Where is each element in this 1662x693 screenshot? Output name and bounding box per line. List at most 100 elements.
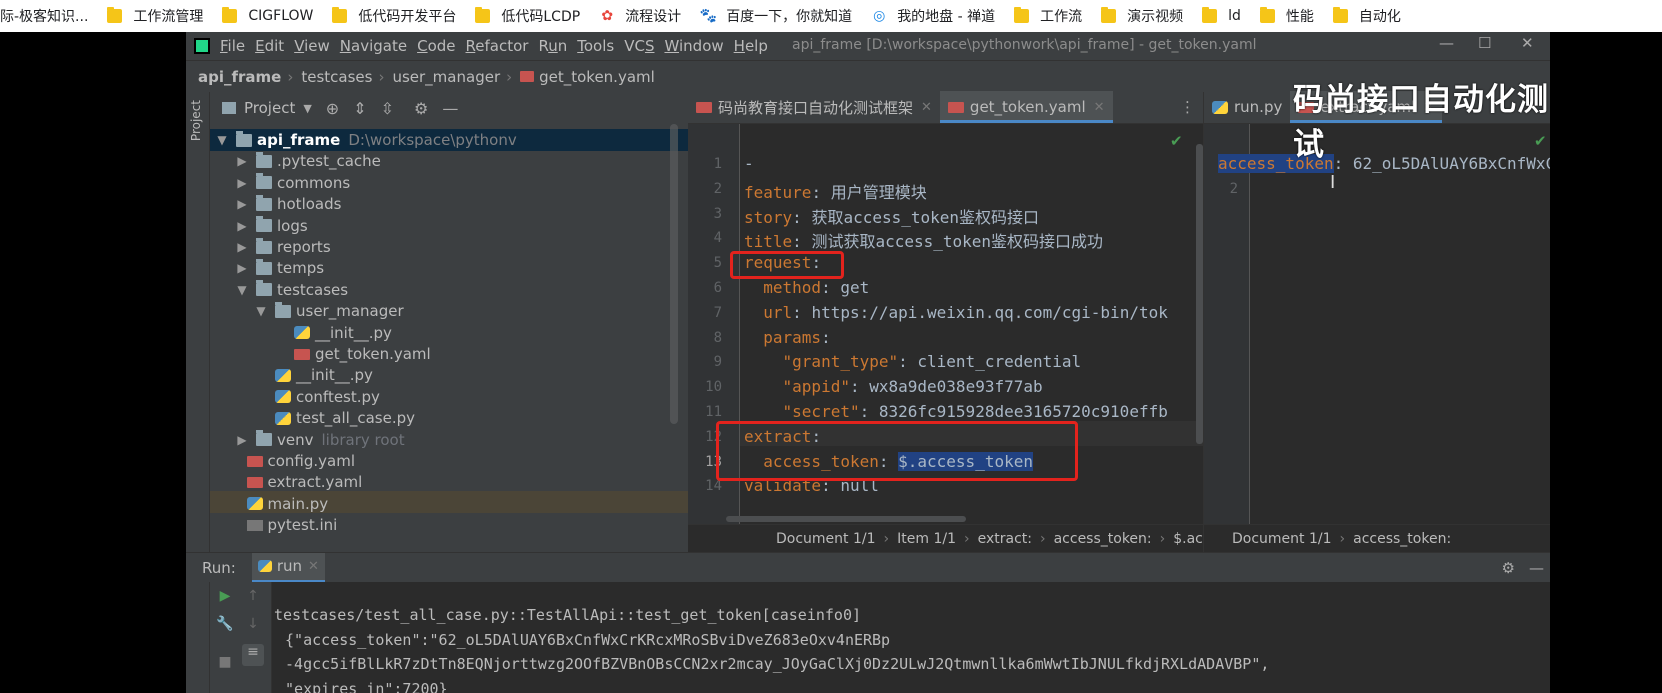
expand-all-icon[interactable]: ⇕ bbox=[353, 99, 366, 118]
wrench-icon[interactable]: 🔧 bbox=[214, 616, 236, 638]
code-line[interactable]: story: 获取access_token鉴权码接口 bbox=[744, 204, 1039, 228]
code-line[interactable]: url: https://api.weixin.qq.com/cgi-bin/t… bbox=[744, 303, 1168, 322]
tab-run-py[interactable]: run.py bbox=[1204, 91, 1290, 123]
breadcrumb-item[interactable]: api_frame bbox=[198, 68, 281, 86]
tree-item[interactable]: test_all_case.py bbox=[253, 407, 415, 429]
bookmark-item[interactable]: 低代码开发平台 bbox=[332, 0, 467, 32]
breadcrumb-item[interactable]: user_manager bbox=[392, 68, 500, 86]
chevron-down-icon[interactable]: ▼ bbox=[234, 283, 250, 297]
menu-tools[interactable]: Tools bbox=[577, 37, 614, 55]
breadcrumb-item[interactable]: testcases bbox=[301, 68, 372, 86]
chevron-right-icon[interactable]: ▶ bbox=[234, 433, 250, 447]
chevron-down-icon[interactable]: ▼ bbox=[214, 133, 230, 147]
chevron-right-icon[interactable]: ▶ bbox=[234, 197, 250, 211]
structure-breadcrumb-item[interactable]: access_token: bbox=[1054, 531, 1152, 547]
tree-item[interactable]: __init__.py bbox=[272, 322, 392, 344]
structure-breadcrumb-item[interactable]: $.acces bbox=[1173, 531, 1203, 547]
tree-item[interactable]: __init__.py bbox=[253, 364, 373, 386]
maximize-icon[interactable]: ☐ bbox=[1478, 34, 1491, 52]
menu-edit[interactable]: Edit bbox=[255, 37, 284, 55]
code-line[interactable]: "grant_type": client_credential bbox=[744, 352, 1082, 371]
bookmark-item[interactable]: 工作流管理 bbox=[107, 0, 214, 32]
editor-scrollbar[interactable] bbox=[1196, 144, 1203, 444]
bookmark-item[interactable]: 低代码LCDP bbox=[475, 0, 591, 32]
menu-run[interactable]: Run bbox=[538, 37, 567, 55]
close-icon[interactable]: ✕ bbox=[1094, 100, 1105, 115]
code-line[interactable]: "appid": wx8a9de038e93f77ab bbox=[744, 377, 1043, 396]
project-tool-label[interactable]: Project bbox=[189, 100, 203, 141]
code-line[interactable]: method: get bbox=[744, 278, 869, 297]
gear-icon[interactable]: ⚙ bbox=[1502, 559, 1515, 577]
rerun-icon[interactable]: ▶ bbox=[214, 588, 236, 610]
code-line[interactable]: feature: 用户管理模块 bbox=[744, 179, 927, 203]
chevron-right-icon[interactable]: ▶ bbox=[234, 240, 250, 254]
code-line[interactable]: - bbox=[744, 154, 754, 173]
soft-wrap-icon[interactable]: ≡ bbox=[242, 644, 264, 666]
more-tabs-icon[interactable]: ⋮ bbox=[1180, 91, 1195, 123]
tree-item[interactable]: ▶ .pytest_cache bbox=[234, 150, 381, 172]
minimize-icon[interactable]: — bbox=[1439, 34, 1454, 52]
bookmark-item[interactable]: ✿ 流程设计 bbox=[599, 0, 692, 32]
tree-item[interactable]: config.yaml bbox=[225, 450, 355, 472]
chevron-right-icon[interactable]: ▶ bbox=[234, 261, 250, 275]
stop-icon[interactable]: ■ bbox=[214, 654, 236, 676]
bookmark-item[interactable]: 🐾 百度一下，你就知道 bbox=[699, 0, 863, 32]
bookmark-item[interactable]: 演示视频 bbox=[1101, 0, 1194, 32]
tree-item[interactable]: pytest.ini bbox=[225, 514, 337, 536]
tree-item[interactable]: ▶ commons bbox=[234, 172, 350, 194]
up-arrow-icon[interactable]: ↑ bbox=[242, 588, 264, 610]
project-view-select[interactable]: Project bbox=[244, 99, 295, 117]
bookmark-item[interactable]: ◎ 我的地盘 - 禅道 bbox=[871, 0, 1006, 32]
menu-help[interactable]: Help bbox=[734, 37, 768, 55]
bookmark-item[interactable]: 自动化 bbox=[1332, 0, 1412, 32]
chevron-right-icon[interactable]: ▶ bbox=[234, 219, 250, 233]
menu-code[interactable]: Code bbox=[417, 37, 455, 55]
menu-vcs[interactable]: VCS bbox=[624, 37, 654, 55]
tree-item[interactable]: ▶ reports bbox=[234, 236, 331, 258]
tree-item[interactable]: main.py bbox=[225, 493, 328, 515]
tab-framework-doc[interactable]: 码尚教育接口自动化测试框架 ✕ bbox=[688, 91, 940, 123]
structure-breadcrumb-item[interactable]: Item 1/1 bbox=[897, 531, 956, 547]
bookmark-item[interactable]: 际-极客知识... bbox=[0, 0, 99, 32]
tree-item[interactable]: ▼ user_manager bbox=[253, 300, 404, 322]
close-icon[interactable]: ✕ bbox=[921, 100, 932, 115]
tree-item[interactable]: ▶ temps bbox=[234, 257, 324, 279]
menu-window[interactable]: Window bbox=[664, 37, 723, 55]
structure-breadcrumb-item[interactable]: Document 1/1 bbox=[776, 531, 876, 547]
tree-item[interactable]: conftest.py bbox=[253, 386, 380, 408]
hide-icon[interactable]: — bbox=[442, 99, 458, 118]
menu-view[interactable]: View bbox=[294, 37, 330, 55]
tree-item[interactable]: ▶ logs bbox=[234, 215, 308, 237]
locate-icon[interactable]: ⊕ bbox=[326, 99, 339, 118]
editor-horizontal-scrollbar[interactable] bbox=[726, 516, 966, 522]
menu-file[interactable]: File bbox=[220, 37, 245, 55]
structure-breadcrumb-item[interactable]: access_token: bbox=[1353, 531, 1451, 547]
tree-item[interactable]: ▼ testcases bbox=[234, 279, 348, 301]
tab-get-token-yaml[interactable]: get_token.yaml ✕ bbox=[939, 91, 1113, 123]
left-editor[interactable]: 1 2 3 4 5 6 7 8 9 10 11 12 13 14 - feature: 用户管理模块 stor… bbox=[688, 124, 1203, 524]
right-editor[interactable]: 12 access_token: 62_oL5DAlUAY6BxCnfWxCrK… bbox=[1203, 124, 1550, 524]
tree-item[interactable]: ▶ venv library root bbox=[234, 429, 405, 451]
chevron-down-icon[interactable]: ▼ bbox=[253, 304, 269, 318]
code-line[interactable]: "secret": 8326fc915928dee3165720c910effb bbox=[744, 402, 1168, 421]
bookmark-item[interactable]: CIGFLOW bbox=[222, 0, 324, 32]
chevron-right-icon[interactable]: ▶ bbox=[234, 176, 250, 190]
menu-refactor[interactable]: Refactor bbox=[466, 37, 529, 55]
tree-item[interactable]: ▶ hotloads bbox=[234, 193, 341, 215]
close-icon[interactable]: ✕ bbox=[308, 559, 319, 574]
tree-scrollbar[interactable] bbox=[670, 124, 678, 424]
bookmark-item[interactable]: 性能 bbox=[1259, 0, 1325, 32]
code-line[interactable]: title: 测试获取access_token鉴权码接口成功 bbox=[744, 228, 1103, 252]
hide-icon[interactable]: — bbox=[1529, 559, 1544, 577]
chevron-down-icon[interactable]: ▼ bbox=[303, 102, 311, 115]
structure-breadcrumb-item[interactable]: extract: bbox=[978, 531, 1032, 547]
down-arrow-icon[interactable]: ↓ bbox=[242, 616, 264, 638]
tree-item[interactable]: get_token.yaml bbox=[272, 343, 431, 365]
bookmark-item[interactable]: ld bbox=[1202, 0, 1252, 32]
collapse-all-icon[interactable]: ⇳ bbox=[381, 99, 394, 118]
menu-navigate[interactable]: Navigate bbox=[340, 37, 407, 55]
breadcrumb-item[interactable]: get_token.yaml bbox=[539, 68, 655, 86]
code-line[interactable]: params: bbox=[744, 328, 830, 347]
tree-root[interactable]: ▼ api_frame D:\workspace\pythonv bbox=[214, 129, 517, 151]
gear-icon[interactable]: ⚙ bbox=[414, 99, 428, 118]
